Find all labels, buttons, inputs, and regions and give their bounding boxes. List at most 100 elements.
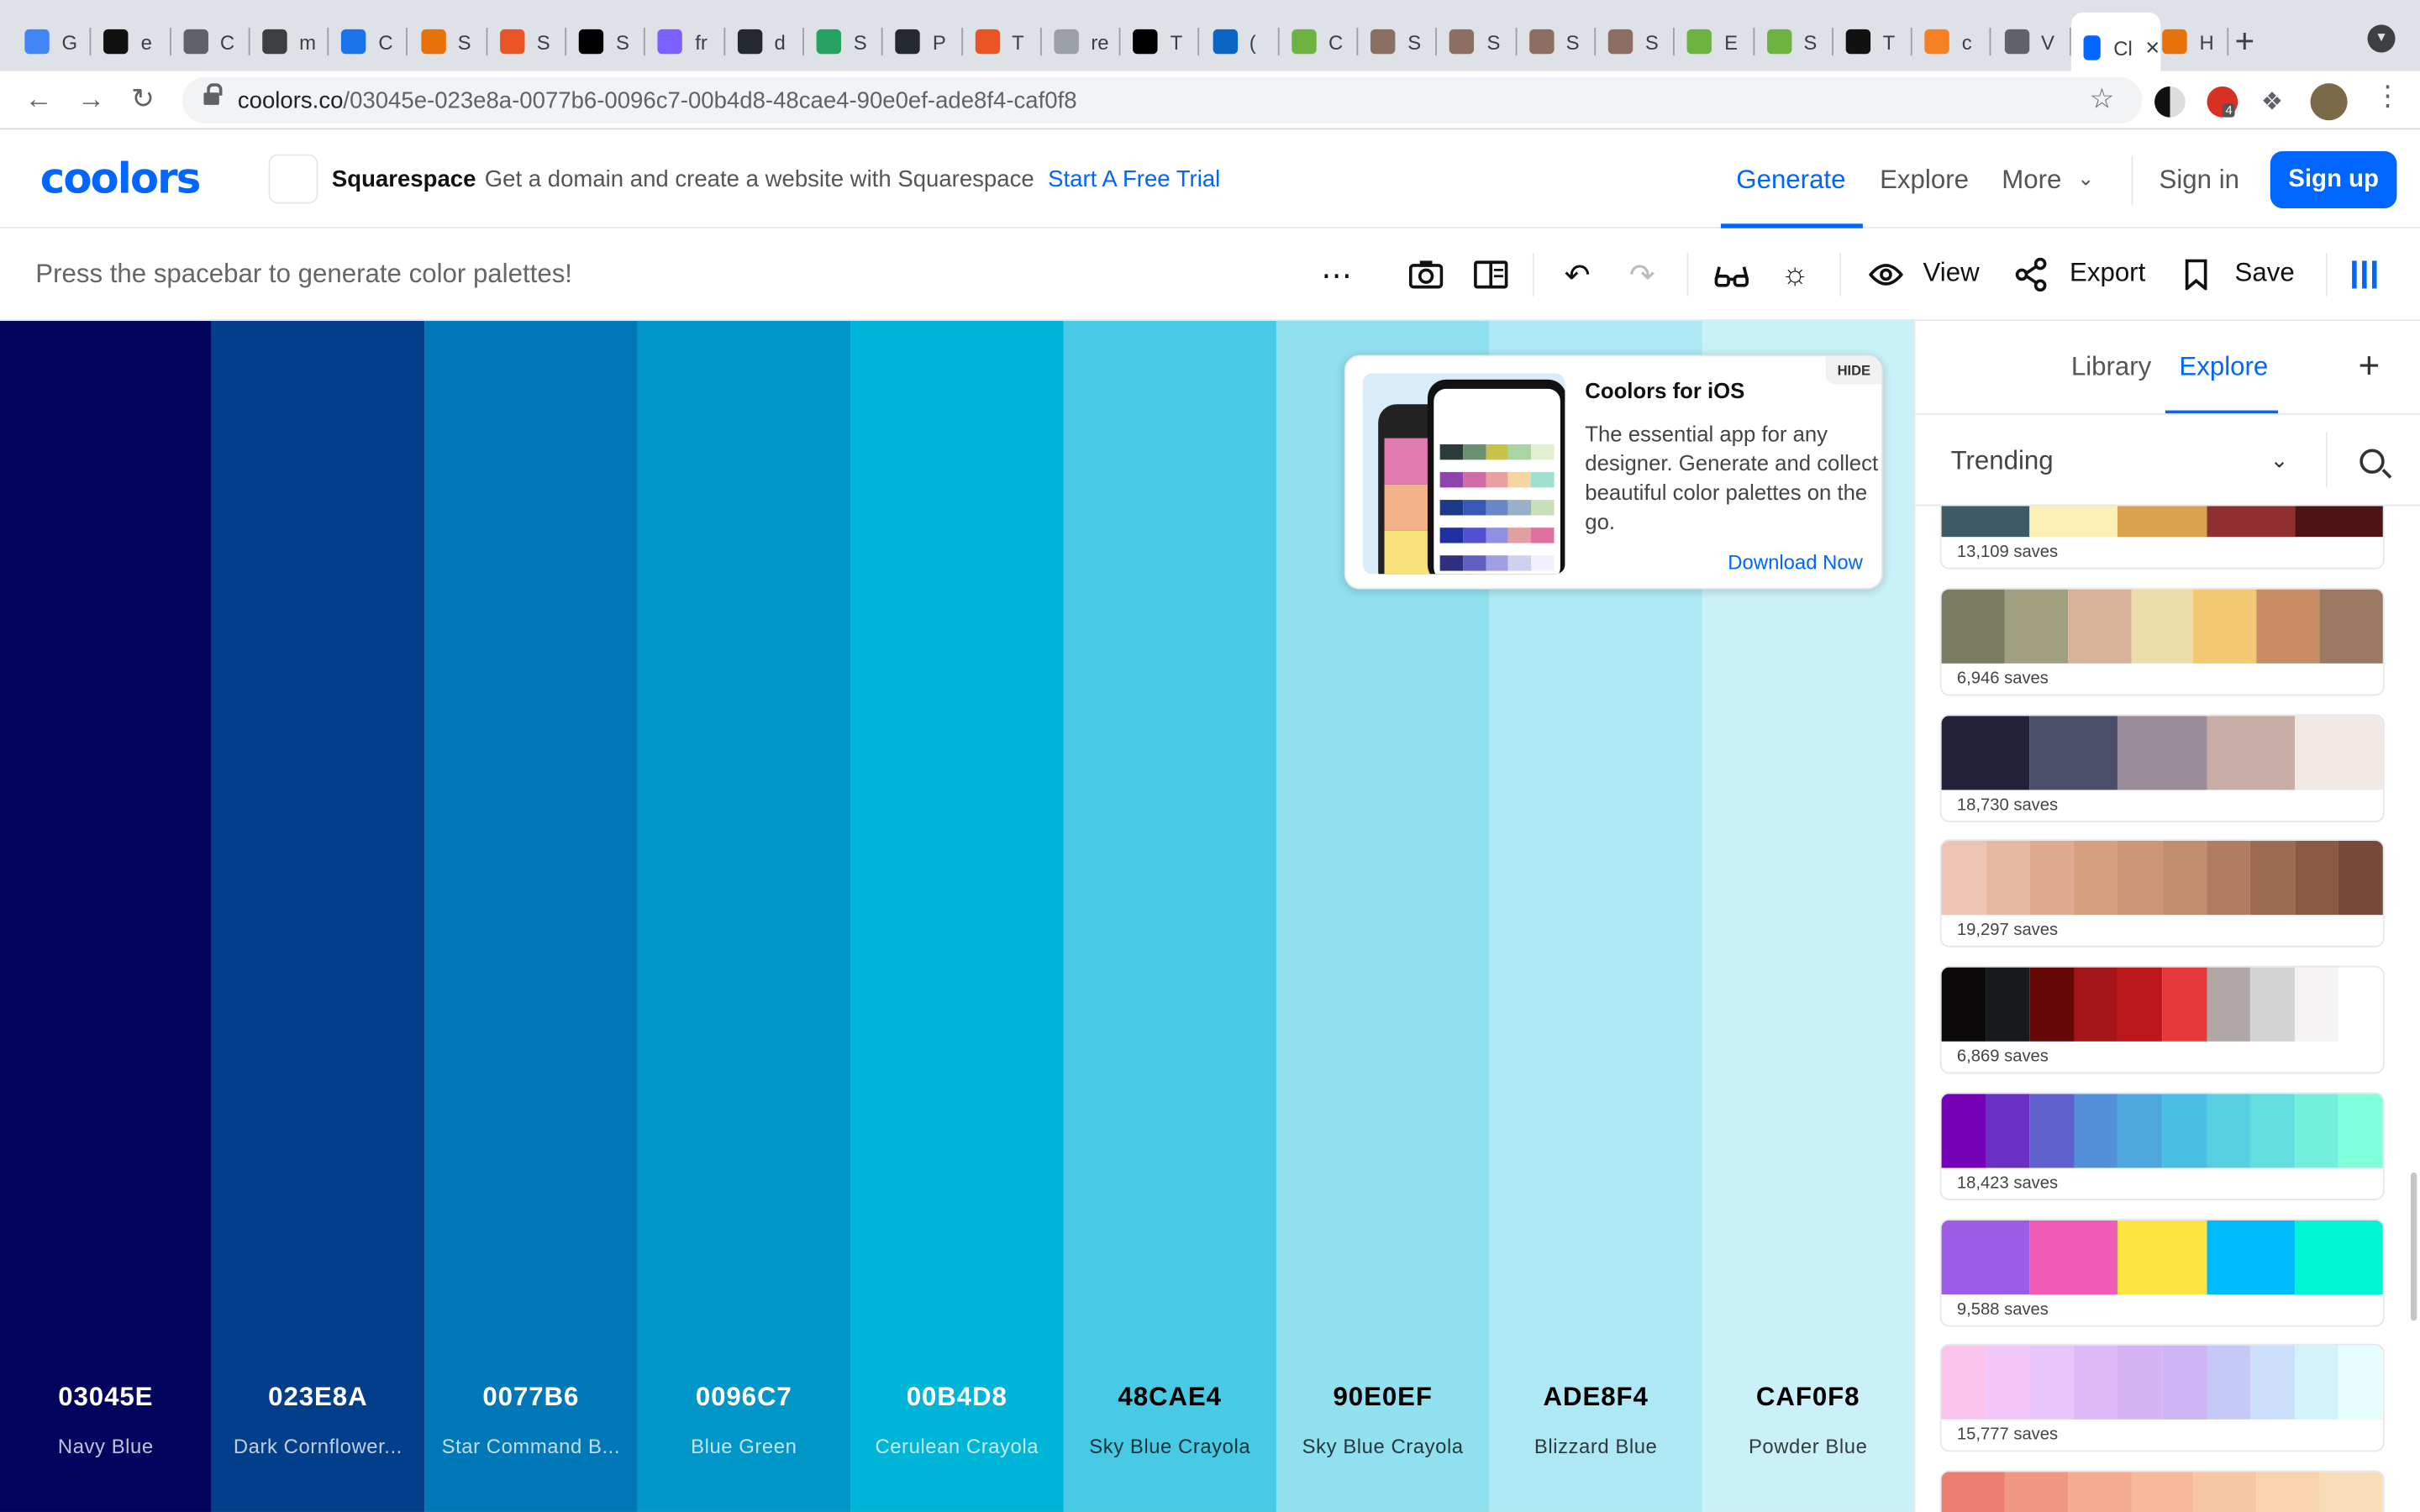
browser-tab[interactable]: e <box>92 14 171 70</box>
color-name[interactable]: Dark Cornflower... <box>218 1435 418 1458</box>
browser-tab[interactable]: S <box>1517 14 1597 70</box>
browser-tab[interactable]: m <box>250 14 329 70</box>
browser-tab[interactable]: T <box>1121 14 1201 70</box>
ios-app-promo[interactable]: Coolors for iOS The essential app for an… <box>1344 354 1883 590</box>
color-hex-code[interactable]: ADE8F4 <box>1489 1383 1702 1414</box>
browser-tab[interactable]: P <box>883 14 963 70</box>
color-hex-code[interactable]: 00B4D8 <box>850 1383 1063 1414</box>
side-panel-icon[interactable] <box>1470 253 1512 296</box>
redo-icon[interactable]: ↷ <box>1621 253 1664 296</box>
glasses-icon[interactable] <box>1710 253 1753 296</box>
palette-card[interactable]: 9,588 saves <box>1939 1218 2385 1326</box>
browser-tab[interactable]: re <box>1042 14 1121 70</box>
eye-icon[interactable] <box>1865 253 1907 296</box>
palette-color-column[interactable]: 0096C7 Blue Green <box>637 321 851 1512</box>
sort-dropdown[interactable]: Trending <box>1951 446 2054 477</box>
color-name[interactable]: Navy Blue <box>6 1435 205 1458</box>
coolors-logo[interactable]: coolors <box>40 156 202 204</box>
tab-library[interactable]: Library <box>2071 352 2151 383</box>
export-button[interactable]: Export <box>2070 258 2145 289</box>
color-hex-code[interactable]: 023E8A <box>212 1383 424 1414</box>
squarespace-logo[interactable] <box>268 154 318 204</box>
color-hex-code[interactable]: CAF0F8 <box>1702 1383 1914 1414</box>
palettes-panel-icon[interactable] <box>2343 253 2386 296</box>
browser-tab[interactable]: G <box>13 14 92 70</box>
download-now-link[interactable]: Download Now <box>1728 551 1863 575</box>
share-icon[interactable] <box>2009 253 2052 296</box>
color-name[interactable]: Star Command B... <box>430 1435 631 1458</box>
color-hex-code[interactable]: 0077B6 <box>424 1383 637 1414</box>
browser-tab[interactable]: S <box>566 14 646 70</box>
color-hex-code[interactable]: 48CAE4 <box>1063 1383 1276 1414</box>
view-button[interactable]: View <box>1923 258 1980 289</box>
browser-tab[interactable]: ( <box>1200 14 1280 70</box>
nav-generate[interactable]: Generate <box>1736 165 1845 197</box>
adblock-extension-icon[interactable]: 4 <box>2207 86 2238 118</box>
palette-card[interactable]: 6,869 saves <box>1939 965 2385 1074</box>
browser-tab[interactable]: S <box>1438 14 1517 70</box>
nav-more[interactable]: More <box>2002 165 2061 197</box>
color-name[interactable]: Blue Green <box>644 1435 844 1458</box>
browser-tab[interactable]: H <box>2150 14 2229 70</box>
palette-color-column[interactable]: 023E8A Dark Cornflower... <box>211 321 425 1512</box>
tab-explore[interactable]: Explore <box>2179 352 2268 383</box>
add-palette-button[interactable]: + <box>2358 345 2380 388</box>
palette-card[interactable] <box>1939 1470 2385 1512</box>
browser-tab[interactable]: T <box>962 14 1042 70</box>
nav-explore[interactable]: Explore <box>1880 165 1969 197</box>
tab-search-icon[interactable]: ▾ <box>2367 24 2396 53</box>
save-button[interactable]: Save <box>2235 258 2295 289</box>
palette-card[interactable]: 19,297 saves <box>1939 839 2385 948</box>
bookmark-icon[interactable] <box>2175 253 2217 296</box>
browser-tab[interactable]: S <box>804 14 884 70</box>
color-hex-code[interactable]: 0096C7 <box>638 1383 850 1414</box>
palette-color-column[interactable]: 48CAE4 Sky Blue Crayola <box>1063 321 1276 1512</box>
sign-up-button[interactable]: Sign up <box>2270 150 2397 208</box>
chevron-down-icon[interactable]: ⌄ <box>2077 166 2094 191</box>
browser-menu-icon[interactable]: ⋮ <box>2374 81 2402 113</box>
palette-card[interactable]: 13,109 saves <box>1939 506 2385 570</box>
browser-tab[interactable]: C <box>329 14 408 70</box>
chevron-down-icon[interactable]: ⌄ <box>2270 448 2289 474</box>
browser-tab[interactable]: S <box>1596 14 1676 70</box>
hide-promo-button[interactable]: HIDE <box>1826 356 1881 385</box>
new-tab-button[interactable]: + <box>2235 22 2255 62</box>
browser-tab[interactable]: c <box>1912 14 1992 70</box>
extensions-puzzle-icon[interactable]: ❖ <box>2261 87 2292 118</box>
palette-color-column[interactable]: 03045E Navy Blue <box>0 321 212 1512</box>
reload-icon[interactable]: ↻ <box>131 83 155 116</box>
browser-tab[interactable]: T <box>1833 14 1913 70</box>
browser-tab[interactable]: d <box>725 14 804 70</box>
browser-tab[interactable]: E <box>1675 14 1754 70</box>
color-name[interactable]: Blizzard Blue <box>1496 1435 1697 1458</box>
back-icon[interactable]: ← <box>24 83 52 116</box>
palette-card[interactable]: 18,730 saves <box>1939 713 2385 822</box>
camera-icon[interactable] <box>1404 253 1447 296</box>
sign-in-link[interactable]: Sign in <box>2160 165 2239 197</box>
brightness-icon[interactable]: ☼ <box>1773 253 1816 296</box>
color-hex-code[interactable]: 90E0EF <box>1276 1383 1489 1414</box>
browser-tab[interactable]: V <box>1991 14 2071 70</box>
color-name[interactable]: Powder Blue <box>1708 1435 1907 1458</box>
palette-color-column[interactable]: 0077B6 Star Command B... <box>424 321 638 1512</box>
browser-tab[interactable]: C <box>1279 14 1359 70</box>
bookmark-star-icon[interactable]: ☆ <box>2090 83 2115 116</box>
palette-card[interactable]: 18,423 saves <box>1939 1091 2385 1200</box>
browser-tab[interactable]: S <box>408 14 488 70</box>
dark-mode-extension-icon[interactable] <box>2154 86 2186 118</box>
more-options-icon[interactable]: ⋯ <box>1315 253 1358 296</box>
browser-tab[interactable]: S <box>1754 14 1833 70</box>
undo-icon[interactable]: ↶ <box>1555 253 1598 296</box>
color-name[interactable]: Sky Blue Crayola <box>1282 1435 1483 1458</box>
panel-scrollbar[interactable] <box>2410 1172 2417 1321</box>
palette-card[interactable]: 6,946 saves <box>1939 587 2385 696</box>
palette-color-column[interactable]: 00B4D8 Cerulean Crayola <box>850 321 1064 1512</box>
color-name[interactable]: Sky Blue Crayola <box>1070 1435 1270 1458</box>
browser-tab[interactable]: S <box>1358 14 1438 70</box>
browser-tab[interactable]: C <box>171 14 250 70</box>
color-hex-code[interactable]: 03045E <box>0 1383 212 1414</box>
profile-avatar[interactable] <box>2310 83 2348 121</box>
forward-icon[interactable]: → <box>77 83 105 116</box>
sponsor-link[interactable]: Start A Free Trial <box>1048 166 1220 192</box>
browser-tab[interactable]: S <box>487 14 567 70</box>
